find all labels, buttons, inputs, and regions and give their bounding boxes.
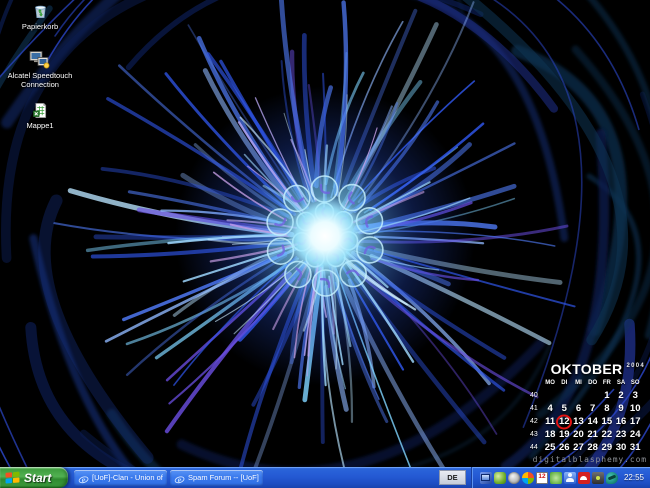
- desktop-icon-label: Papierkorb: [22, 22, 58, 31]
- wallpaper-credit-text: digitalblasphemy.com: [533, 455, 647, 464]
- internet-explorer-icon: e: [174, 472, 185, 483]
- calendar-day: 15: [600, 415, 614, 428]
- calendar-day: 17: [628, 415, 642, 428]
- calendar-day: 16: [614, 415, 628, 428]
- excel-workbook-icon: [32, 102, 49, 119]
- sync-icon[interactable]: [550, 472, 562, 484]
- calendar-day-header: FR: [600, 378, 614, 389]
- calendar-day: 19: [557, 428, 571, 441]
- start-button[interactable]: Start: [0, 467, 68, 488]
- calendar-day-header: MO: [543, 378, 557, 389]
- graphics-utility-icon[interactable]: [522, 472, 534, 484]
- calendar-day: 6: [571, 402, 585, 415]
- calendar-day: 28: [586, 441, 600, 454]
- wallpaper-calendar: OKTOBER 2004 MODIMIDOFRSASO4012341456789…: [530, 361, 648, 454]
- calendar-day: 8: [600, 402, 614, 415]
- svg-text:e: e: [82, 474, 86, 484]
- calendar-day: 23: [614, 428, 628, 441]
- calendar-week-number: 42: [530, 415, 543, 428]
- taskbar-task-button[interactable]: e Spam Forum -- [UoF]-...: [170, 470, 263, 486]
- calendar-day: 3: [628, 389, 642, 402]
- system-tray: 12 22:55: [471, 467, 650, 488]
- svg-text:e: e: [178, 474, 182, 484]
- start-button-label: Start: [24, 471, 51, 485]
- taskbar-task-label: [UoF]-Clan - Union of...: [92, 473, 163, 482]
- calendar-day: 11: [543, 415, 557, 428]
- tray-clock[interactable]: 22:55: [624, 473, 644, 482]
- calendar-day: 30: [614, 441, 628, 454]
- calendar-day: 31: [628, 441, 642, 454]
- desktop-icon-alcatel-speedtouch[interactable]: Alcatel Speedtouch Connection: [2, 50, 78, 89]
- windows-logo-icon: [5, 471, 20, 484]
- calendar-day: 21: [586, 428, 600, 441]
- calendar-day: 26: [557, 441, 571, 454]
- desktop-icon-mappe1[interactable]: Mappe1: [13, 102, 67, 130]
- taskbar-tasks: e [UoF]-Clan - Union of... e Spam Forum -- …: [74, 470, 263, 486]
- volume-icon[interactable]: [508, 472, 520, 484]
- speedtouch-icon[interactable]: [606, 472, 618, 484]
- calendar-day: [543, 389, 557, 402]
- calendar-day: 13: [571, 415, 585, 428]
- calendar-year: 2004: [626, 363, 645, 369]
- calendar-day: 12: [557, 415, 571, 428]
- calendar-day: 7: [586, 402, 600, 415]
- calendar-week-number: 41: [530, 402, 543, 415]
- calendar-day: 1: [600, 389, 614, 402]
- calendar-header: OKTOBER 2004: [530, 361, 648, 377]
- calendar-day: 24: [628, 428, 642, 441]
- calendar-week-col-header: [530, 378, 543, 389]
- network-connection-icon: [29, 50, 51, 69]
- calendar-week-number: 43: [530, 428, 543, 441]
- internet-explorer-icon: e: [78, 472, 89, 483]
- desktop-icon-label: Alcatel Speedtouch Connection: [2, 71, 78, 89]
- calendar-day-header: SA: [614, 378, 628, 389]
- desktop-icon-recycle-bin[interactable]: Papierkorb: [13, 2, 67, 31]
- calendar-day: 25: [543, 441, 557, 454]
- taskbar-task-button[interactable]: e [UoF]-Clan - Union of...: [74, 470, 167, 486]
- taskbar-task-label: Spam Forum -- [UoF]-...: [188, 473, 259, 482]
- calendar-day: 22: [600, 428, 614, 441]
- audio-icon[interactable]: [592, 472, 604, 484]
- calendar-day: 4: [543, 402, 557, 415]
- calendar-day: [586, 389, 600, 402]
- antivirus-icon[interactable]: [578, 472, 590, 484]
- calendar-day: 9: [614, 402, 628, 415]
- calendar-day-12-icon[interactable]: 12: [536, 472, 548, 484]
- desktop-screen: Papierkorb Alcatel Speedtouch Connection…: [0, 0, 650, 488]
- calendar-day: 18: [543, 428, 557, 441]
- calendar-day: 29: [600, 441, 614, 454]
- calendar-day: 14: [586, 415, 600, 428]
- calendar-month-title: OKTOBER: [551, 361, 623, 377]
- taskbar: Start e [UoF]-Clan - Union of... e Spam For…: [0, 467, 650, 488]
- calendar-grid: MODIMIDOFRSASO40123414567891042111213141…: [530, 378, 648, 454]
- calendar-day: 10: [628, 402, 642, 415]
- calendar-week-number: 40: [530, 389, 543, 402]
- language-indicator[interactable]: DE: [439, 470, 466, 485]
- calendar-week-number: 44: [530, 441, 543, 454]
- calendar-day-header: DI: [557, 378, 571, 389]
- updates-icon[interactable]: [494, 472, 506, 484]
- calendar-day-header: MI: [571, 378, 585, 389]
- calendar-day: [557, 389, 571, 402]
- desktop-icon-label: Mappe1: [26, 121, 53, 130]
- network-computer-icon[interactable]: [480, 472, 492, 484]
- calendar-day-header: DO: [586, 378, 600, 389]
- calendar-day-header: SO: [628, 378, 642, 389]
- calendar-day: 27: [571, 441, 585, 454]
- messenger-icon[interactable]: [564, 472, 576, 484]
- recycle-bin-icon: [32, 2, 49, 20]
- calendar-day: [571, 389, 585, 402]
- calendar-day: 2: [614, 389, 628, 402]
- calendar-day: 20: [571, 428, 585, 441]
- tray-icons: 12: [480, 472, 618, 484]
